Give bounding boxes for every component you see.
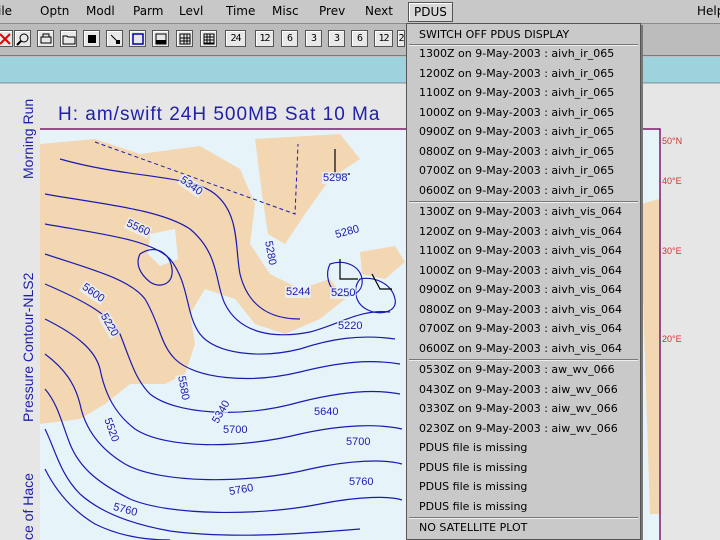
menu-modl[interactable]: Modl [86, 4, 115, 18]
step-back-6-label: 6 [286, 33, 293, 44]
step-fwd-6-button[interactable]: 6 [351, 30, 368, 47]
menu-parm[interactable]: Parm [133, 4, 163, 18]
contour-label: 5700 [222, 424, 249, 436]
panel-icon[interactable] [152, 30, 169, 47]
lat-label: 50°N [662, 136, 683, 146]
step-fwd-2-button[interactable]: 2 [397, 30, 405, 47]
menu-item-missing[interactable]: PDUS file is missing [407, 497, 640, 516]
menu-item-vis[interactable]: 0900Z on 9-May-2003 : aivh_vis_064 [407, 280, 640, 299]
menu-next[interactable]: Next [365, 4, 393, 18]
fill-icon[interactable] [83, 30, 100, 47]
step-back-12-label: 12 [259, 33, 270, 44]
step-fwd-2-label: 2 [398, 33, 404, 44]
menu-item-wv[interactable]: 0230Z on 9-May-2003 : aiw_wv_066 [407, 419, 640, 438]
contour-label: 5700 [345, 436, 372, 448]
menu-item-missing[interactable]: PDUS file is missing [407, 458, 640, 477]
step-back-3-button[interactable]: 3 [305, 30, 322, 47]
menu-item-vis[interactable]: 0600Z on 9-May-2003 : aivh_vis_064 [407, 339, 640, 358]
contour-label: 5220 [337, 320, 364, 332]
menu-item-wv[interactable]: 0530Z on 9-May-2003 : aw_wv_066 [407, 360, 640, 379]
print-icon[interactable] [37, 30, 54, 47]
pdus-dropdown-menu: SWITCH OFF PDUS DISPLAY 1300Z on 9-May-2… [406, 23, 641, 540]
close-icon[interactable] [0, 30, 13, 47]
menu-item-ir[interactable]: 1000Z on 9-May-2003 : aivh_ir_065 [407, 103, 640, 122]
step-fwd-12-button[interactable]: 12 [374, 30, 393, 47]
step-back-24-label: 24 [230, 33, 241, 44]
menu-file[interactable]: ile [0, 4, 12, 18]
contour-label: 5760 [348, 476, 375, 488]
select-icon[interactable] [106, 30, 123, 47]
menu-item-missing[interactable]: PDUS file is missing [407, 477, 640, 496]
menu-item-ir[interactable]: 1100Z on 9-May-2003 : aivh_ir_065 [407, 83, 640, 102]
menu-item-missing[interactable]: PDUS file is missing [407, 438, 640, 457]
menu-item-vis[interactable]: 0700Z on 9-May-2003 : aivh_vis_064 [407, 319, 640, 338]
menu-item-ir[interactable]: 0700Z on 9-May-2003 : aivh_ir_065 [407, 161, 640, 180]
menu-item-no-satellite-plot[interactable]: NO SATELLITE PLOT [407, 518, 640, 537]
lat-label: 40°E [662, 176, 682, 186]
side-label-run: Morning Run [20, 98, 36, 179]
step-back-3-label: 3 [310, 33, 317, 44]
menu-item-ir[interactable]: 0900Z on 9-May-2003 : aivh_ir_065 [407, 122, 640, 141]
menu-levl[interactable]: Levl [179, 4, 203, 18]
menu-misc[interactable]: Misc [272, 4, 299, 18]
menu-help[interactable]: Help [697, 4, 720, 18]
menu-item-ir[interactable]: 0800Z on 9-May-2003 : aivh_ir_065 [407, 142, 640, 161]
side-label-parameter: Pressure Contour-NLS2 [20, 272, 36, 422]
grid-icon[interactable] [176, 30, 193, 47]
side-label-place: ce of Hace [20, 473, 36, 540]
step-back-12-button[interactable]: 12 [255, 30, 274, 47]
menu-bar: ile Optn Modl Parm Levl Time Misc Prev N… [0, 0, 720, 24]
step-back-24-button[interactable]: 24 [225, 30, 246, 47]
contour-label: 5298 [322, 172, 349, 184]
menu-item-switch-off-pdus[interactable]: SWITCH OFF PDUS DISPLAY [407, 26, 640, 44]
zoom-icon[interactable] [14, 30, 31, 47]
contour-label: 5244 [285, 286, 312, 298]
contour-label: 5250 [330, 287, 357, 299]
grid2-icon[interactable] [200, 30, 217, 47]
step-fwd-12-label: 12 [378, 33, 389, 44]
menu-item-vis[interactable]: 1100Z on 9-May-2003 : aivh_vis_064 [407, 241, 640, 260]
map-title: H: am/swift 24H 500MB Sat 10 Ma [58, 104, 381, 125]
lat-label: 20°E [662, 334, 682, 344]
step-back-6-button[interactable]: 6 [281, 30, 298, 47]
step-fwd-3-label: 3 [333, 33, 340, 44]
square-icon[interactable] [129, 30, 146, 47]
menu-item-wv[interactable]: 0430Z on 9-May-2003 : aiw_wv_066 [407, 380, 640, 399]
menu-optn[interactable]: Optn [40, 4, 69, 18]
menu-time[interactable]: Time [226, 4, 255, 18]
menu-item-ir[interactable]: 1300Z on 9-May-2003 : aivh_ir_065 [407, 44, 640, 63]
contour-label: 5640 [313, 406, 340, 418]
menu-item-vis[interactable]: 1000Z on 9-May-2003 : aivh_vis_064 [407, 261, 640, 280]
folder-icon[interactable] [60, 30, 77, 47]
menu-pdus[interactable]: PDUS [408, 2, 453, 22]
step-fwd-6-label: 6 [356, 33, 363, 44]
step-fwd-3-button[interactable]: 3 [328, 30, 345, 47]
menu-item-ir[interactable]: 1200Z on 9-May-2003 : aivh_ir_065 [407, 64, 640, 83]
lat-label: 30°E [662, 246, 682, 256]
menu-item-ir[interactable]: 0600Z on 9-May-2003 : aivh_ir_065 [407, 181, 640, 200]
menu-prev[interactable]: Prev [319, 4, 345, 18]
menu-item-vis[interactable]: 0800Z on 9-May-2003 : aivh_vis_064 [407, 300, 640, 319]
menu-item-vis[interactable]: 1200Z on 9-May-2003 : aivh_vis_064 [407, 222, 640, 241]
menu-item-vis[interactable]: 1300Z on 9-May-2003 : aivh_vis_064 [407, 202, 640, 221]
menu-item-wv[interactable]: 0330Z on 9-May-2003 : aiw_wv_066 [407, 399, 640, 418]
